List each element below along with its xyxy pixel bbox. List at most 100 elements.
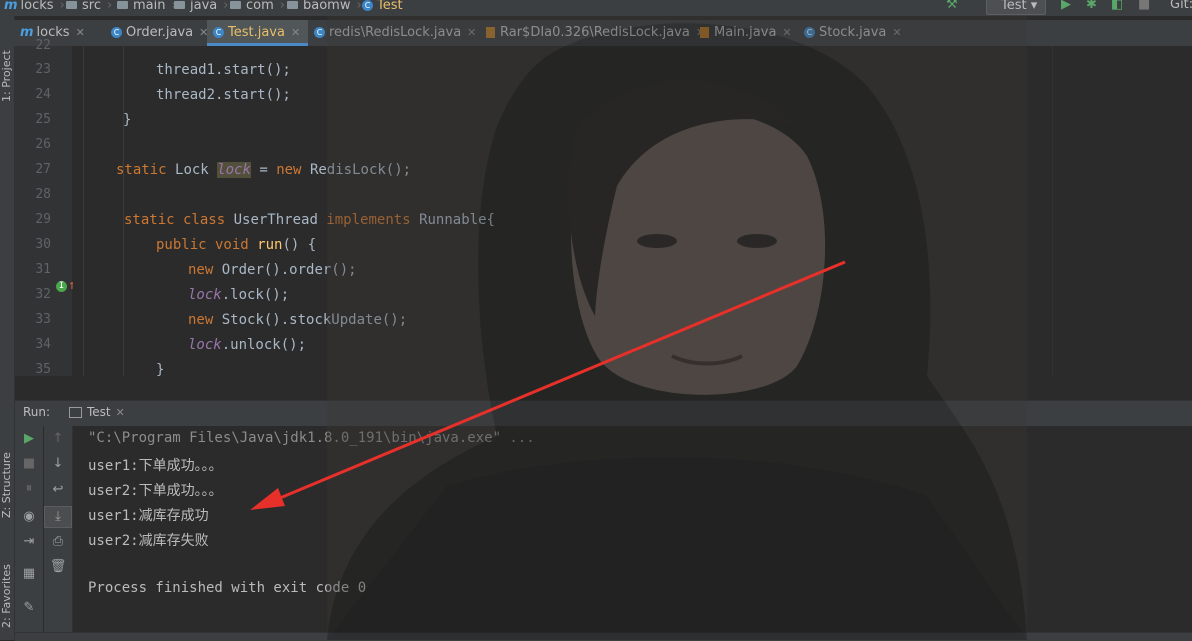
project-tool-button[interactable]: 1: Project (0, 50, 13, 102)
tab-order-java[interactable]: C Order.java ✕ (105, 20, 208, 46)
code-line-30: public void run() { (156, 237, 317, 253)
git-label[interactable]: Git: (1170, 0, 1192, 12)
console-line: "C:\Program Files\Java\jdk1.8.0_191\bin\… (88, 430, 535, 446)
structure-tool-button[interactable]: Z: Structure (0, 452, 13, 518)
layout-icon[interactable]: ▦ (15, 566, 43, 581)
line-number: 30 (35, 237, 51, 252)
code-line-35: } (156, 362, 165, 376)
java-file-icon (486, 27, 495, 38)
console-line: user1:下单成功。。。 (88, 458, 223, 474)
console-line: Process finished with exit code 0 (88, 580, 367, 596)
line-number: 34 (35, 337, 51, 352)
code-line-33: new Stock().stockUpdate(); (188, 312, 408, 328)
breadcrumb-baomw[interactable]: baomw › (287, 0, 362, 16)
line-number: 33 (35, 312, 51, 327)
folder-icon (174, 0, 185, 9)
console-tab-icon (69, 407, 82, 418)
scroll-to-end-icon[interactable]: ⤓ (44, 506, 72, 528)
code-editor[interactable]: thread1.start(); thread2.start(); } stat… (73, 46, 1192, 376)
folder-icon (117, 0, 128, 9)
code-line-25: } (123, 112, 132, 128)
close-icon[interactable]: ✕ (116, 406, 125, 419)
close-icon[interactable]: ✕ (76, 26, 85, 39)
tab-rar-redislock-java[interactable]: Rar$DIa0.326\RedisLock.java✕ (480, 20, 705, 46)
line-number: 29 (35, 212, 51, 227)
navigation-bar: mlocks› src› main› java› com› baomw› CTe… (0, 0, 1192, 16)
console-line: user2:减库存失败 (88, 533, 209, 549)
breadcrumb-main[interactable]: main› (117, 0, 177, 16)
run-toolbar-primary: ▶ ■ ⏸ ◉ ⇥ ▦ ✎ (15, 426, 43, 640)
camera-icon[interactable]: ◉ (15, 509, 43, 524)
code-line-23: thread1.start(); (156, 62, 291, 78)
build-hammer-icon[interactable]: ⚒ (946, 0, 958, 12)
run-tab-test[interactable]: Test ✕ (65, 401, 129, 426)
close-icon[interactable]: ✕ (291, 26, 300, 39)
line-number: 32 (35, 287, 51, 302)
code-line-27: static Lock lock = new RedisLock(); (116, 162, 412, 178)
down-icon[interactable]: ↓ (44, 456, 72, 471)
class-icon: C (213, 27, 224, 38)
console-output[interactable]: "C:\Program Files\Java\jdk1.8.0_191\bin\… (73, 426, 1192, 640)
tab-stock-java[interactable]: C Stock.java ✕ (798, 20, 904, 46)
tab-test-java[interactable]: C Test.java ✕ (207, 20, 308, 46)
breadcrumb-test[interactable]: C Test (362, 0, 403, 16)
line-number: 35 (35, 362, 51, 377)
run-configuration-select[interactable]: Test ▾ (986, 0, 1046, 15)
print-icon[interactable]: ⎙ (44, 534, 72, 549)
right-margin-line (1052, 46, 1053, 376)
breadcrumb-src[interactable]: src › (66, 0, 112, 16)
pin-icon[interactable]: ✎ (15, 600, 43, 615)
line-number: 22 (35, 38, 51, 53)
code-line-31: new Order().order(); (188, 262, 357, 278)
debug-icon[interactable]: ✱ (1086, 0, 1097, 12)
editor-gutter: 22 23 24 25 26 27 28 29 30 31 32 33 34 3… (15, 38, 76, 377)
run-panel-header: Run: Test ✕ (15, 400, 1192, 426)
folder-icon (66, 0, 77, 9)
rerun-icon[interactable]: ▶ (15, 431, 43, 446)
login-icon[interactable]: ⇥ (15, 534, 43, 549)
favorites-tool-button[interactable]: 2: Favorites (0, 564, 13, 628)
coverage-icon[interactable]: ◧ (1111, 0, 1123, 12)
line-number: 24 (35, 87, 51, 102)
close-icon[interactable]: ✕ (782, 26, 791, 39)
close-icon[interactable]: ✕ (467, 26, 476, 39)
module-icon: m (4, 0, 18, 13)
console-line: user1:减库存成功 (88, 508, 209, 524)
code-line-24: thread2.start(); (156, 87, 291, 103)
line-number: 26 (35, 137, 51, 152)
line-number: 28 (35, 187, 51, 202)
folder-icon (230, 0, 241, 9)
soft-wrap-icon[interactable]: ↩ (44, 482, 72, 497)
class-icon: C (362, 0, 373, 11)
code-line-34: lock.unlock(); (188, 337, 307, 353)
implements-gutter-icon[interactable]: I (56, 281, 67, 292)
class-icon: C (314, 27, 325, 38)
line-number: 25 (35, 112, 51, 127)
left-tool-strip: 1: Project Z: Structure 2: Favorites (0, 16, 15, 640)
run-icon[interactable]: ▶ (1061, 0, 1071, 12)
java-file-icon (700, 27, 709, 38)
line-number: 23 (35, 62, 51, 77)
editor-tab-bar: m locks ✕ C Order.java ✕ C Test.java ✕ Credis\… (14, 20, 1192, 47)
class-icon: C (111, 27, 122, 38)
folder-icon (287, 0, 298, 9)
close-icon[interactable]: ✕ (892, 26, 901, 39)
run-label: Run: (23, 405, 51, 419)
up-icon[interactable]: ↑ (44, 431, 72, 446)
tab-main-java[interactable]: Main.java ✕ (694, 20, 798, 46)
stop-icon[interactable]: ■ (1138, 0, 1150, 12)
console-line: user2:下单成功。。。 (88, 483, 223, 499)
line-number: 27 (35, 162, 51, 177)
tab-redis-redislock-java[interactable]: Credis\RedisLock.java ✕ (308, 20, 480, 46)
code-line-29: static class UserThread implements Runna… (124, 212, 495, 228)
run-toolbar-secondary: ↑ ↓ ↩ ⤓ ⎙ 🗑 (44, 426, 73, 640)
breadcrumb-com[interactable]: com › (230, 0, 285, 16)
breadcrumb-java[interactable]: java › (174, 0, 228, 16)
stop-icon[interactable]: ■ (15, 456, 43, 471)
class-icon: C (804, 27, 815, 38)
code-line-32: lock.lock(); (188, 287, 290, 303)
trash-icon[interactable]: 🗑 (44, 559, 72, 574)
line-number: 31 (35, 262, 51, 277)
breadcrumb-locks[interactable]: m locks › (4, 0, 65, 16)
pause-icon[interactable]: ⏸ (15, 481, 43, 496)
